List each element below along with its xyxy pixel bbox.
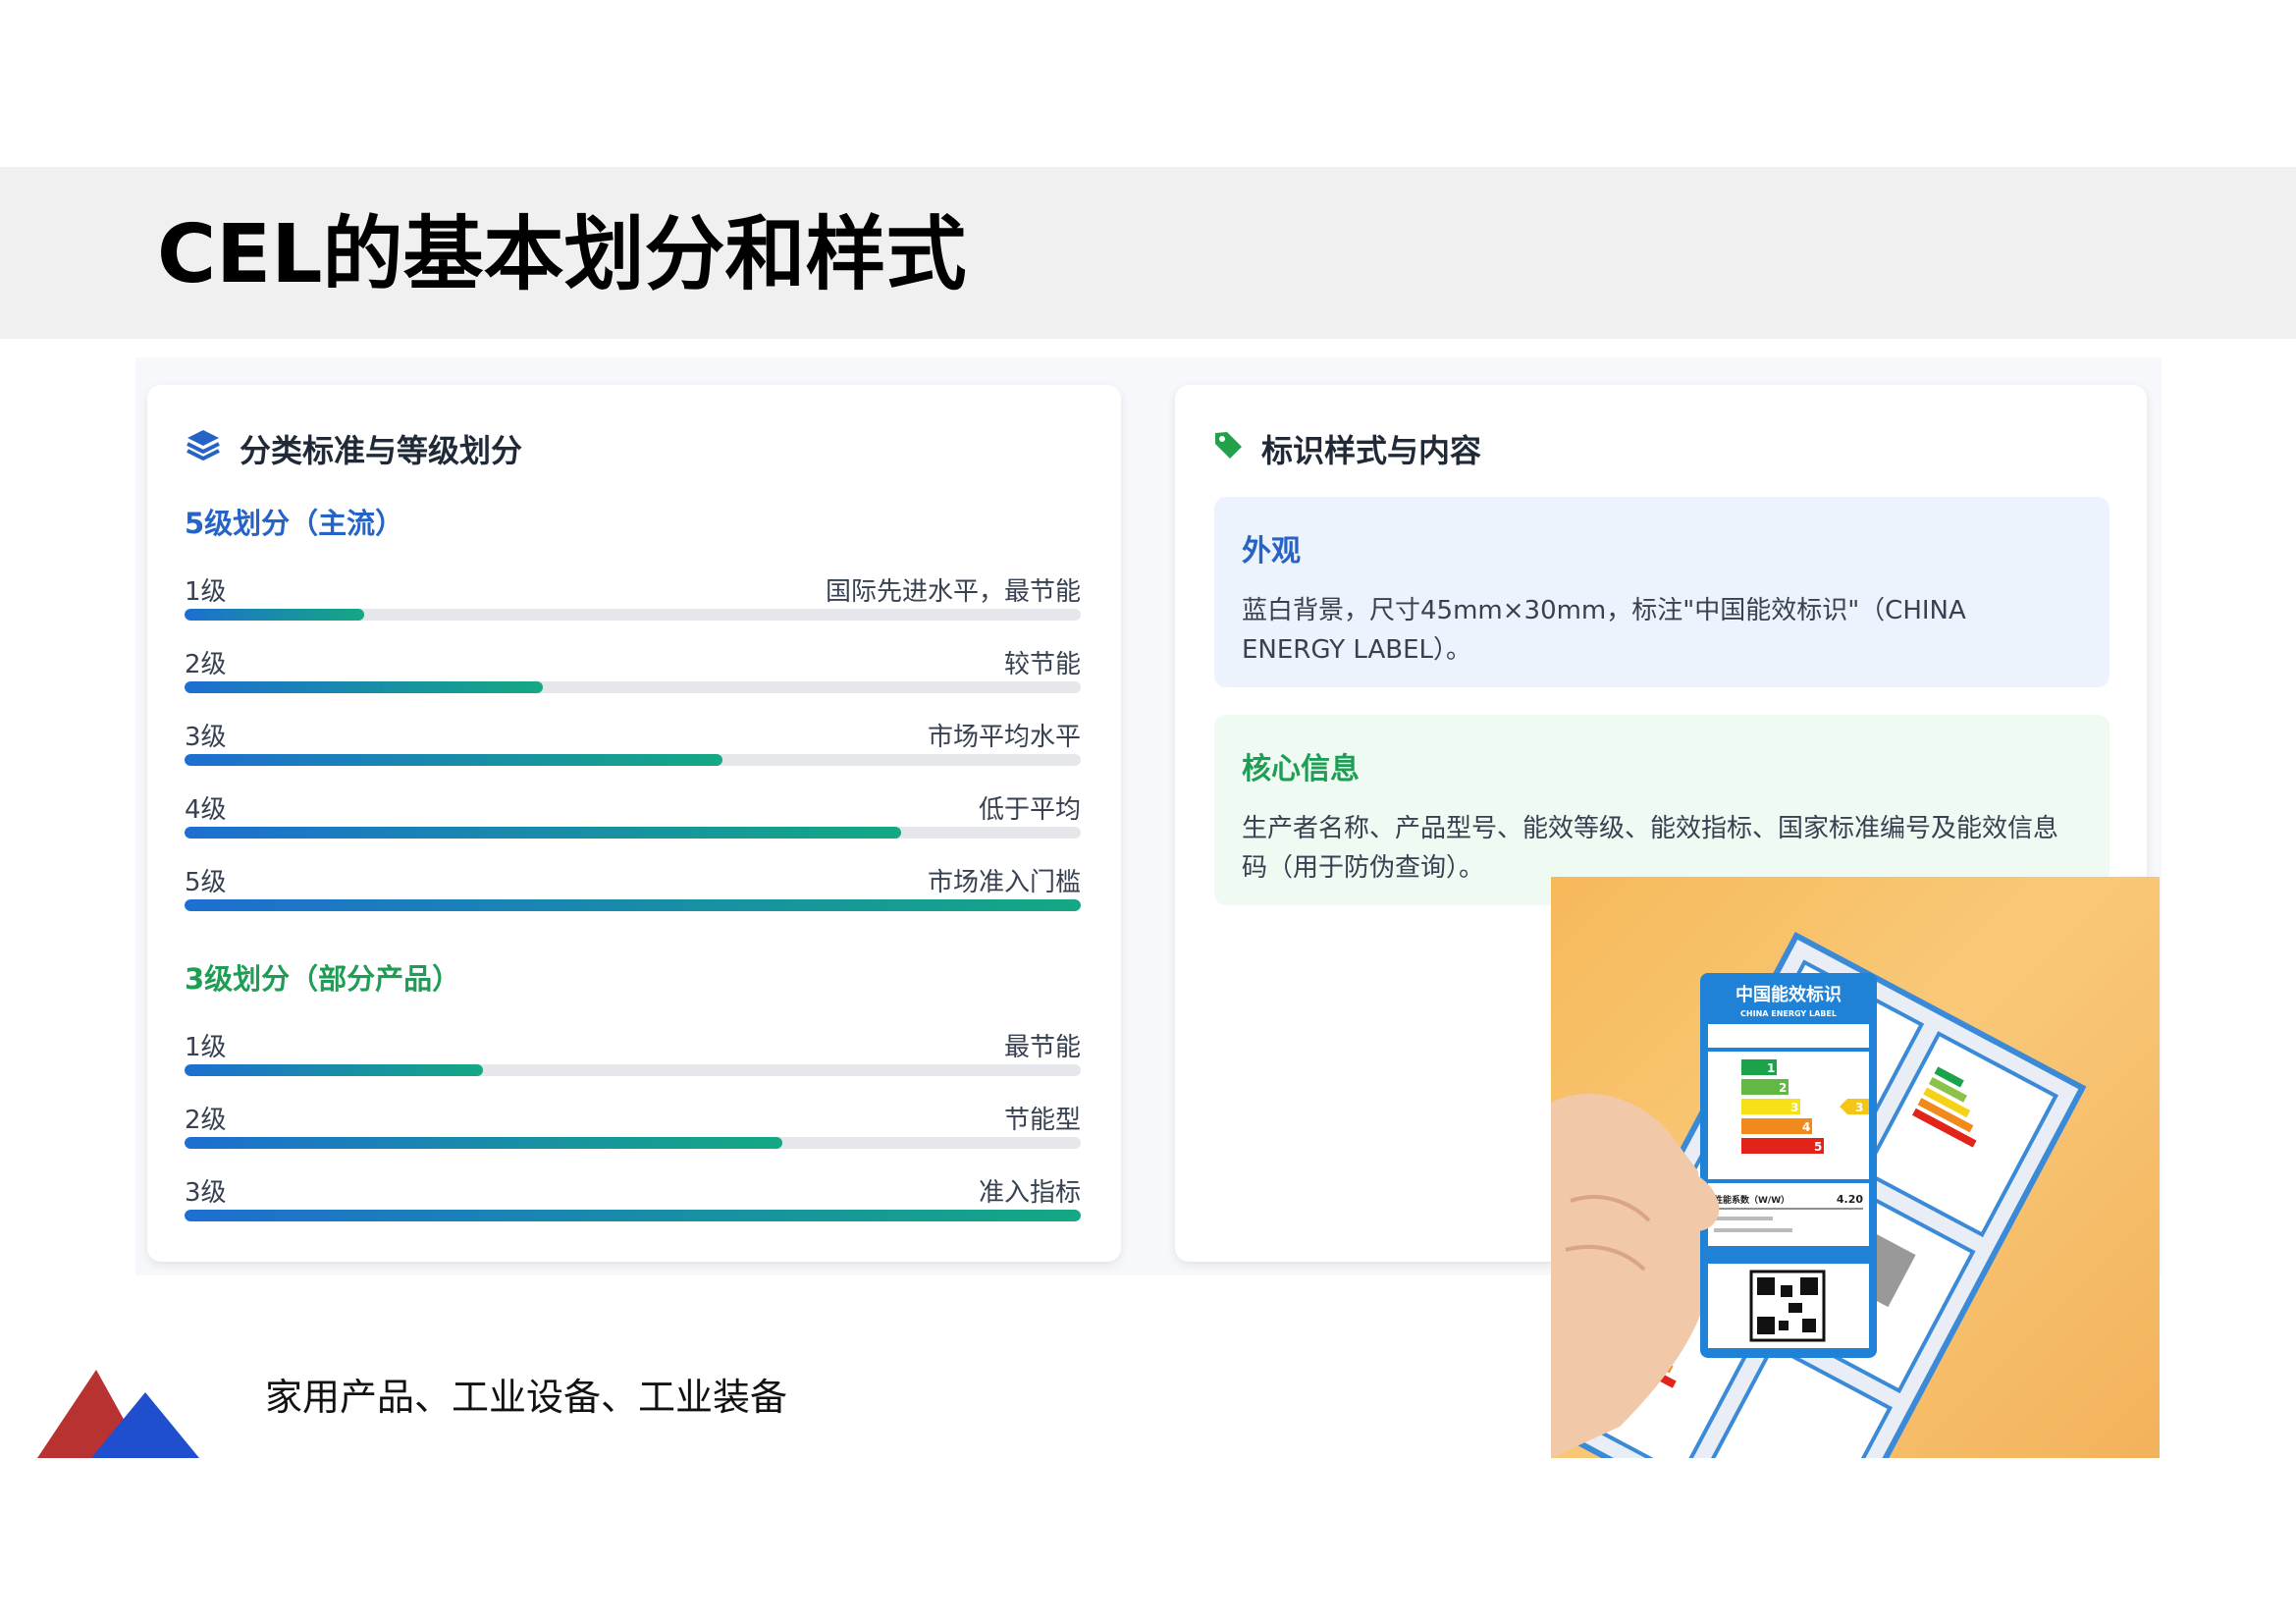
level-label: 4级 <box>185 795 227 825</box>
tag-icon <box>1212 429 1244 468</box>
grade-label: 2 <box>1779 1081 1787 1095</box>
level-description: 市场准入门槛 <box>927 868 1081 897</box>
metric-label: 性能系数（W/W） <box>1714 1194 1789 1206</box>
level-bar-fill <box>185 681 544 693</box>
level-description: 准入指标 <box>978 1178 1081 1208</box>
level-bar-track <box>185 827 1081 839</box>
level-bar-fill <box>185 1064 484 1076</box>
level-bar-track <box>185 754 1081 766</box>
metric-value: 4.20 <box>1837 1193 1863 1206</box>
level-bar-track <box>185 1210 1081 1221</box>
classification-card-header: 分类标准与等级划分 <box>185 426 522 471</box>
appearance-title: 外观 <box>1242 534 1301 568</box>
level-bar-fill <box>185 899 1081 911</box>
level-label: 3级 <box>185 723 227 752</box>
grade-label: 4 <box>1802 1120 1810 1134</box>
level-label: 5级 <box>185 868 227 897</box>
five-level-section-title: 5级划分（主流） <box>185 507 404 540</box>
label-title-text: 中国能效标识 <box>1735 984 1842 1005</box>
classification-card: 分类标准与等级划分 5级划分（主流） 3级划分（部分产品） 1级 国际先进水平，最… <box>147 385 1121 1262</box>
layers-icon <box>185 427 222 470</box>
level-description: 低于平均 <box>978 795 1081 825</box>
level-description: 市场平均水平 <box>927 723 1081 752</box>
grade-label: 5 <box>1814 1140 1822 1154</box>
level-bar-fill <box>185 609 364 621</box>
level-bar-fill <box>185 827 902 839</box>
level-description: 国际先进水平，最节能 <box>825 577 1081 607</box>
level-bar-fill <box>185 1210 1081 1221</box>
level-description: 节能型 <box>1003 1106 1081 1135</box>
appearance-text-line: ENERGY LABEL）。 <box>1242 635 1471 665</box>
level-row: 1级 国际先进水平，最节能 <box>185 571 1081 621</box>
core-info-text: 生产者名称、产品型号、能效等级、能效指标、国家标准编号及能效信息 码（用于防伪查… <box>1242 809 2082 888</box>
core-info-text-line: 生产者名称、产品型号、能效等级、能效指标、国家标准编号及能效信息 <box>1242 814 2059 843</box>
level-bar-fill <box>185 754 722 766</box>
core-info-title: 核心信息 <box>1242 752 1360 786</box>
level-row: 3级 准入指标 <box>185 1172 1081 1221</box>
level-bar-fill <box>185 1137 782 1149</box>
level-row: 3级 市场平均水平 <box>185 717 1081 766</box>
classification-card-title: 分类标准与等级划分 <box>240 432 523 469</box>
footer-text: 家用产品、工业设备、工业装备 <box>265 1376 788 1419</box>
label-subtitle-text: CHINA ENERGY LABEL <box>1740 1009 1837 1018</box>
level-bar-track <box>185 609 1081 621</box>
page-title: CEL的基本划分和样式 <box>157 208 967 301</box>
appearance-text: 蓝白背景，尺寸45mm×30mm，标注"中国能效标识"（CHINA ENERGY… <box>1242 591 2082 670</box>
level-description: 较节能 <box>1003 650 1081 679</box>
level-label: 2级 <box>185 650 227 679</box>
level-row: 4级 低于平均 <box>185 789 1081 839</box>
label-style-card-header: 标识样式与内容 <box>1212 426 1481 471</box>
appearance-box: 外观 蓝白背景，尺寸45mm×30mm，标注"中国能效标识"（CHINA ENE… <box>1214 497 2109 687</box>
level-label: 2级 <box>185 1106 227 1135</box>
three-level-section-title: 3级划分（部分产品） <box>185 962 461 996</box>
level-bar-track <box>185 1064 1081 1076</box>
level-row: 1级 最节能 <box>185 1027 1081 1076</box>
level-description: 最节能 <box>1003 1033 1081 1062</box>
appearance-text-line: 蓝白背景，尺寸45mm×30mm，标注"中国能效标识"（CHINA <box>1242 596 1966 625</box>
level-label: 3级 <box>185 1178 227 1208</box>
level-row: 5级 市场准入门槛 <box>185 862 1081 911</box>
grade-label: 3 <box>1790 1101 1798 1114</box>
energy-label-photo: 中国能效标识 CHINA ENERGY LABEL 1 2 3 4 5 3 性能… <box>1551 877 2160 1458</box>
level-bar-track <box>185 899 1081 911</box>
label-style-card-title: 标识样式与内容 <box>1261 432 1482 469</box>
energy-label-illustration: 中国能效标识 CHINA ENERGY LABEL 1 2 3 4 5 3 性能… <box>1551 931 2087 1458</box>
level-label: 1级 <box>185 1033 227 1062</box>
grade-marker: 3 <box>1855 1101 1863 1114</box>
level-bar-track <box>185 681 1081 693</box>
level-bar-track <box>185 1137 1081 1149</box>
level-row: 2级 较节能 <box>185 644 1081 693</box>
logo-mark <box>37 1370 199 1458</box>
level-label: 1级 <box>185 577 227 607</box>
level-row: 2级 节能型 <box>185 1100 1081 1149</box>
grade-label: 1 <box>1767 1061 1775 1075</box>
